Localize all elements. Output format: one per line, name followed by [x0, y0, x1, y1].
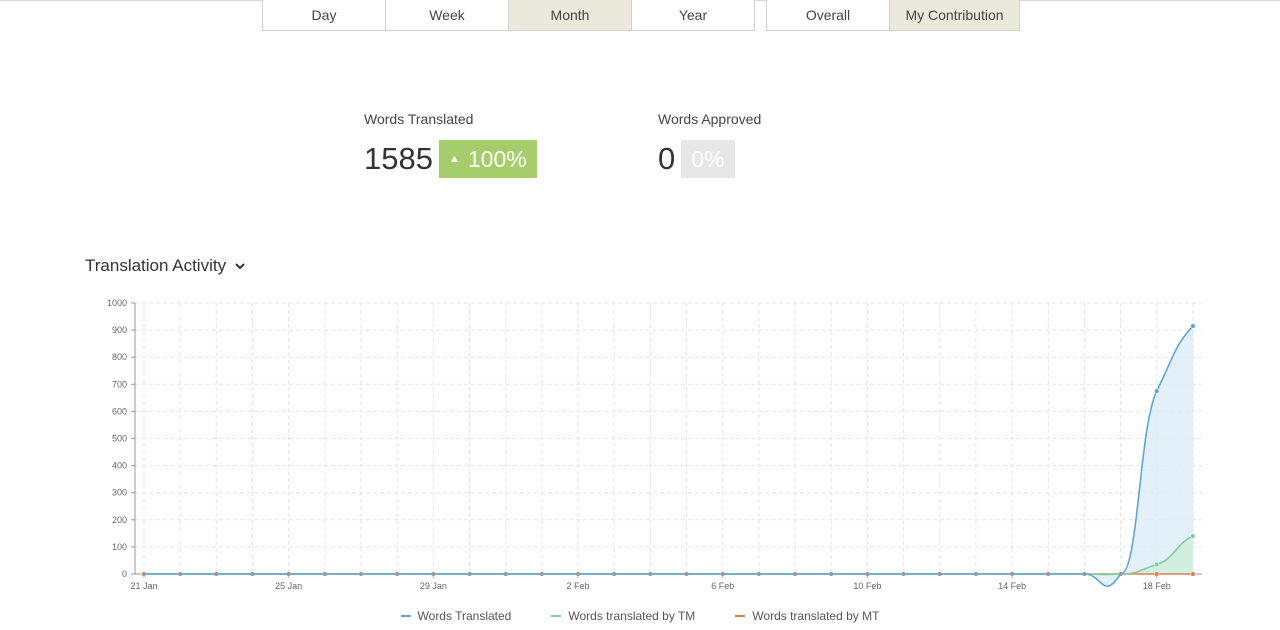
- y-tick-label: 400: [112, 461, 127, 471]
- x-tick-label: 6 Feb: [711, 581, 734, 591]
- y-tick-label: 0: [122, 569, 127, 579]
- legend-item-words-translated[interactable]: Words Translated: [400, 609, 512, 623]
- y-tick-label: 100: [112, 542, 127, 552]
- x-tick-label: 2 Feb: [567, 581, 590, 591]
- x-tick-label: 14 Feb: [998, 581, 1026, 591]
- legend-swatch: [551, 615, 562, 617]
- y-tick-label: 500: [112, 434, 127, 444]
- y-tick-label: 800: [112, 352, 127, 362]
- y-tick-label: 600: [112, 406, 127, 416]
- legend-label: Words translated by MT: [752, 609, 880, 623]
- legend-label: Words translated by TM: [568, 609, 696, 623]
- y-tick-label: 1000: [107, 298, 127, 308]
- data-point: [1154, 561, 1160, 568]
- data-point: [1190, 533, 1196, 539]
- data-point: [1154, 388, 1160, 394]
- translation-activity-chart: 0 100 200 300 400 500 600 700 800 900 1000 21 Jan 25…: [107, 298, 1202, 591]
- legend-item-words-translated-by-mt[interactable]: Words translated by MT: [735, 609, 879, 623]
- y-tick-label: 700: [112, 379, 127, 389]
- legend-label: Words Translated: [417, 609, 512, 623]
- x-tick-label: 21 Jan: [130, 581, 157, 591]
- x-tick-label: 18 Feb: [1143, 581, 1171, 591]
- series-line: [144, 535, 1194, 576]
- chart-legend: Words Translated Words translated by TM …: [0, 609, 1280, 623]
- legend-item-words-translated-by-tm[interactable]: Words translated by TM: [551, 609, 695, 623]
- series-area: [144, 536, 1193, 575]
- x-tick-label: 25 Jan: [275, 581, 302, 591]
- x-tick-label: 29 Jan: [420, 581, 447, 591]
- y-tick-label: 900: [112, 325, 127, 335]
- data-point: [1154, 571, 1160, 577]
- legend-swatch: [735, 615, 746, 617]
- legend-swatch: [400, 615, 411, 617]
- data-point: [1190, 323, 1196, 329]
- y-tick-label: 200: [112, 515, 127, 525]
- y-tick-label: 300: [112, 488, 127, 498]
- data-point: [1190, 571, 1196, 577]
- x-tick-label: 10 Feb: [853, 581, 881, 591]
